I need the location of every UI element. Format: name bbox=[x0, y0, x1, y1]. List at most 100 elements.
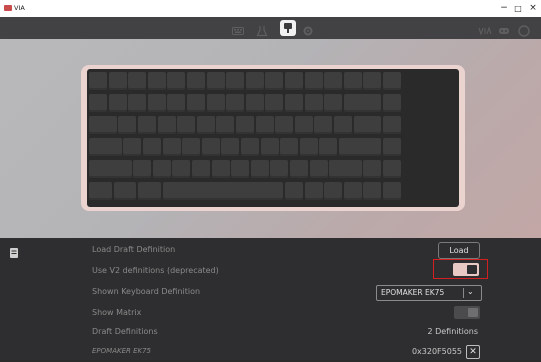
keycap[interactable] bbox=[329, 160, 362, 178]
keycap[interactable] bbox=[191, 160, 210, 178]
keycap[interactable] bbox=[196, 116, 215, 134]
show-matrix-toggle[interactable] bbox=[454, 306, 480, 319]
keycap[interactable] bbox=[383, 116, 401, 134]
keycap[interactable] bbox=[138, 116, 156, 134]
keycap[interactable] bbox=[216, 116, 235, 134]
keycap[interactable] bbox=[285, 94, 303, 112]
keycap[interactable] bbox=[304, 72, 323, 90]
keycap[interactable] bbox=[383, 94, 401, 112]
keycap[interactable] bbox=[236, 116, 254, 134]
keycap[interactable] bbox=[383, 182, 401, 200]
keycap[interactable] bbox=[89, 138, 122, 156]
configure-icon[interactable] bbox=[280, 20, 296, 36]
keycap[interactable] bbox=[304, 94, 323, 112]
keycap[interactable] bbox=[162, 138, 181, 156]
keycap[interactable] bbox=[226, 72, 245, 90]
keycap[interactable] bbox=[383, 138, 401, 156]
keycap[interactable] bbox=[270, 160, 289, 178]
keycap[interactable] bbox=[89, 182, 112, 200]
keycap[interactable] bbox=[89, 116, 117, 134]
keycap[interactable] bbox=[167, 72, 186, 90]
keycap[interactable] bbox=[275, 116, 294, 134]
keycap[interactable] bbox=[177, 116, 196, 134]
keycap[interactable] bbox=[128, 94, 147, 112]
keycap[interactable] bbox=[221, 138, 240, 156]
keycap[interactable] bbox=[113, 182, 137, 200]
keycap[interactable] bbox=[240, 138, 259, 156]
keycap[interactable] bbox=[265, 72, 284, 90]
keycap[interactable] bbox=[142, 138, 161, 156]
keycap[interactable] bbox=[280, 138, 299, 156]
keycap[interactable] bbox=[138, 182, 161, 200]
keycap[interactable] bbox=[324, 72, 343, 90]
keycap[interactable] bbox=[128, 72, 147, 90]
keycap[interactable] bbox=[334, 116, 352, 134]
keycap[interactable] bbox=[162, 182, 284, 200]
keycap[interactable] bbox=[89, 160, 132, 178]
keycap[interactable] bbox=[353, 116, 382, 134]
keycap[interactable] bbox=[245, 72, 264, 90]
document-icon[interactable] bbox=[9, 244, 19, 258]
keycap[interactable] bbox=[108, 72, 127, 90]
keycap[interactable] bbox=[133, 160, 152, 178]
keycap[interactable] bbox=[89, 94, 107, 112]
keycap[interactable] bbox=[123, 138, 142, 156]
close-button[interactable]: × bbox=[525, 2, 541, 15]
keycap[interactable] bbox=[201, 138, 220, 156]
keycap[interactable] bbox=[255, 116, 274, 134]
definition-select[interactable]: EPOMAKER EK75 ⌄ bbox=[376, 285, 482, 301]
keyboard-icon[interactable] bbox=[232, 22, 244, 35]
keycap[interactable] bbox=[299, 138, 318, 156]
keycap[interactable] bbox=[108, 94, 127, 112]
keycap[interactable] bbox=[304, 182, 323, 200]
github-icon[interactable] bbox=[518, 22, 530, 37]
maximize-button[interactable]: □ bbox=[510, 2, 526, 15]
keycap[interactable] bbox=[363, 160, 382, 178]
keycap[interactable] bbox=[285, 182, 303, 200]
keycap[interactable] bbox=[363, 72, 382, 90]
keycap[interactable] bbox=[265, 94, 284, 112]
use-v2-toggle[interactable] bbox=[453, 263, 479, 276]
keycap[interactable] bbox=[226, 94, 245, 112]
keycap[interactable] bbox=[343, 182, 362, 200]
flask-icon[interactable] bbox=[256, 22, 268, 37]
keycap[interactable] bbox=[245, 94, 264, 112]
keycap[interactable] bbox=[343, 94, 382, 112]
keycap[interactable] bbox=[211, 160, 230, 178]
gear-icon[interactable] bbox=[302, 22, 314, 36]
load-button[interactable]: Load bbox=[438, 242, 480, 259]
keycap[interactable] bbox=[314, 116, 333, 134]
keycap[interactable] bbox=[285, 72, 303, 90]
keycap[interactable] bbox=[172, 160, 191, 178]
keycap[interactable] bbox=[118, 116, 137, 134]
discord-icon[interactable] bbox=[498, 22, 510, 34]
keycap[interactable] bbox=[182, 138, 201, 156]
keycap[interactable] bbox=[309, 160, 328, 178]
keycap[interactable] bbox=[383, 160, 401, 178]
keycap[interactable] bbox=[167, 94, 186, 112]
keycap[interactable] bbox=[338, 138, 382, 156]
keycap[interactable] bbox=[206, 72, 225, 90]
keycap[interactable] bbox=[231, 160, 250, 178]
keycap[interactable] bbox=[260, 138, 279, 156]
keycap[interactable] bbox=[383, 72, 401, 90]
keycap[interactable] bbox=[324, 182, 343, 200]
keycap[interactable] bbox=[89, 72, 107, 90]
keycap[interactable] bbox=[324, 94, 343, 112]
keycap[interactable] bbox=[250, 160, 269, 178]
keycap[interactable] bbox=[157, 116, 176, 134]
row-draft-item: EPOMAKER EK75 0x320F5055 bbox=[92, 342, 482, 362]
keycap[interactable] bbox=[152, 160, 171, 178]
keycap[interactable] bbox=[187, 94, 205, 112]
keycap[interactable] bbox=[319, 138, 338, 156]
keycap[interactable] bbox=[343, 72, 362, 90]
keycap[interactable] bbox=[206, 94, 225, 112]
via-logo-icon[interactable] bbox=[478, 22, 492, 36]
keycap[interactable] bbox=[363, 182, 382, 200]
keycap[interactable] bbox=[294, 116, 313, 134]
delete-draft-button[interactable]: ✕ bbox=[466, 345, 480, 359]
keycap[interactable] bbox=[187, 72, 205, 90]
keycap[interactable] bbox=[289, 160, 308, 178]
keycap[interactable] bbox=[147, 94, 166, 112]
keycap[interactable] bbox=[147, 72, 166, 90]
